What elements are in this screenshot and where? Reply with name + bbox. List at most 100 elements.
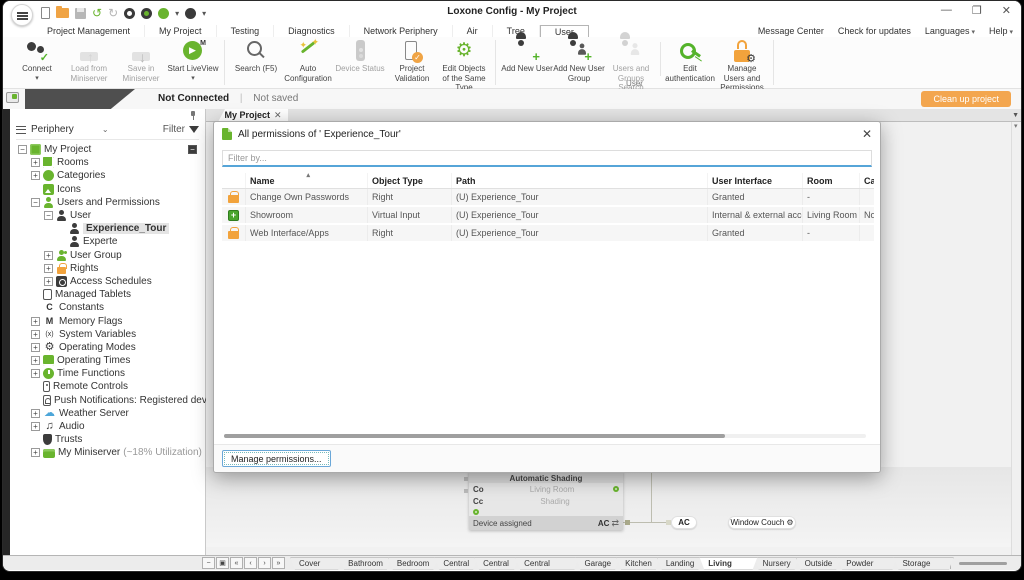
add-new-user-group-button[interactable]: + Add New User Group xyxy=(553,39,605,79)
filter-input[interactable] xyxy=(222,150,872,167)
column-path[interactable]: Path xyxy=(452,173,708,188)
tree-item-trusts[interactable]: Trusts xyxy=(10,433,205,446)
add-new-user-button[interactable]: + Add New User xyxy=(501,39,553,79)
sheet-tab-powder-room[interactable]: Powder Room xyxy=(837,557,897,570)
start-liveview-button[interactable]: Start LiveView▾ xyxy=(167,39,219,79)
tree-item-rooms[interactable]: Rooms xyxy=(10,156,205,169)
minimize-button[interactable]: — xyxy=(941,4,952,17)
maximize-button[interactable]: ❐ xyxy=(972,4,982,17)
swap-icon[interactable]: ⇄ xyxy=(611,518,619,529)
chevron-down-icon[interactable]: ⌄ xyxy=(102,125,109,134)
tab-testing[interactable]: Testing xyxy=(217,25,275,37)
expander-icon[interactable] xyxy=(31,330,40,339)
tab-diagnostics[interactable]: Diagnostics xyxy=(274,25,350,37)
ac-pill[interactable]: AC xyxy=(671,516,697,529)
tree-item-user[interactable]: User xyxy=(10,209,205,222)
tree-item-my-miniserver[interactable]: My Miniserver(~18% Utilization) xyxy=(10,446,205,459)
connect-button[interactable]: Connect▾ xyxy=(11,39,63,79)
tree-item-rights[interactable]: Rights xyxy=(10,262,205,275)
column-ca[interactable]: Ca xyxy=(860,173,874,188)
tree-item-operating-modes[interactable]: ⚙Operating Modes xyxy=(10,341,205,354)
expander-icon[interactable] xyxy=(44,264,53,273)
tree-item-user-group[interactable]: User Group xyxy=(10,249,205,262)
column-room[interactable]: Room xyxy=(803,173,860,188)
dialog-close-icon[interactable]: ✕ xyxy=(862,127,872,141)
connector-node[interactable] xyxy=(625,520,630,525)
expander-icon[interactable] xyxy=(31,343,40,352)
sheet-tab-landing[interactable]: Landing xyxy=(657,557,703,570)
auto-configuration-button[interactable]: Auto Configuration xyxy=(282,39,334,79)
menu-help[interactable]: Help▾ xyxy=(989,26,1013,36)
sheet-tab-garage[interactable]: Garage xyxy=(575,557,620,570)
tab-my-project[interactable]: My Project xyxy=(145,25,217,37)
column-name[interactable]: ▴Name xyxy=(246,173,368,188)
automatic-shading-block[interactable]: Automatic Shading Co Living Room Cc Shad… xyxy=(469,471,623,530)
sheet-grid-icon[interactable]: ▣ xyxy=(216,557,229,569)
menu-message-center[interactable]: Message Center xyxy=(758,26,824,36)
tab-air[interactable]: Air xyxy=(453,25,493,37)
sheet-next-icon[interactable]: › xyxy=(258,557,271,569)
sheet-first-icon[interactable]: « xyxy=(230,557,243,569)
tree-item-access-schedules[interactable]: Access Schedules xyxy=(10,275,205,288)
sheet-scrollbar-thumb[interactable] xyxy=(959,562,1007,565)
clean-up-project-button[interactable]: Clean up project xyxy=(921,91,1011,107)
expander-icon[interactable] xyxy=(31,198,40,207)
window-couch-device[interactable]: Window Couch⚙ xyxy=(728,516,796,529)
load-from-miniserver-button[interactable]: Load from Miniserver xyxy=(63,39,115,79)
sheet-tab-central[interactable]: Central xyxy=(434,557,478,570)
sheet-tab-central-2[interactable]: Central 2 xyxy=(474,557,519,570)
tree-item-time-functions[interactable]: Time Functions xyxy=(10,367,205,380)
expander-icon[interactable] xyxy=(18,145,27,154)
project-validation-button[interactable]: Project Validation xyxy=(386,39,438,79)
tree-item-weather-server[interactable]: ☁Weather Server xyxy=(10,407,205,420)
sheet-tab-living-room[interactable]: Living Room xyxy=(699,557,757,570)
expander-icon[interactable] xyxy=(44,251,53,260)
sheet-minimize-icon[interactable]: − xyxy=(202,557,215,569)
sheet-tab-nursery[interactable]: Nursery xyxy=(754,557,800,570)
close-button[interactable]: ✕ xyxy=(1002,4,1011,17)
search-button[interactable]: Search (F5) xyxy=(230,39,282,79)
tree-item-constants[interactable]: CConstants xyxy=(10,301,205,314)
tree-item-system-variables[interactable]: (x)System Variables xyxy=(10,328,205,341)
tab-network-periphery[interactable]: Network Periphery xyxy=(350,25,453,37)
expander-icon[interactable] xyxy=(31,409,40,418)
tab-project-management[interactable]: Project Management xyxy=(33,25,145,37)
tree-item-icons[interactable]: Icons xyxy=(10,183,205,196)
close-tab-icon[interactable]: ✕ xyxy=(274,110,282,120)
sheet-tab-cover-page[interactable]: Cover Page xyxy=(290,557,343,570)
manage-users-permissions-button[interactable]: ⚙ Manage Users and Permissions xyxy=(716,39,768,79)
tab-user[interactable]: User xyxy=(540,25,589,37)
sheet-last-icon[interactable]: » xyxy=(272,557,285,569)
menu-check-updates[interactable]: Check for updates xyxy=(838,26,911,36)
table-row[interactable]: Showroom Virtual Input (U) Experience_To… xyxy=(222,207,874,225)
expander-icon[interactable] xyxy=(31,422,40,431)
device-status-button[interactable]: Device Status xyxy=(334,39,386,79)
sheet-tab-kitchen[interactable]: Kitchen xyxy=(616,557,661,570)
expander-icon[interactable] xyxy=(31,317,40,326)
edit-authentication-button[interactable]: Edit authentication xyxy=(664,39,716,79)
manage-permissions-button[interactable]: Manage permissions... xyxy=(222,450,331,467)
tree-item-experte[interactable]: Experte xyxy=(10,235,205,248)
edit-objects-button[interactable]: ⚙ Edit Objects of the Same Type xyxy=(438,39,490,79)
users-groups-search-button[interactable]: Users and Groups Search xyxy=(605,39,657,79)
sheet-tab-bathroom[interactable]: Bathroom xyxy=(339,557,392,570)
dialog-horizontal-scrollbar[interactable] xyxy=(224,434,866,438)
expander-icon[interactable] xyxy=(31,356,40,365)
tree-item-users-permissions[interactable]: Users and Permissions xyxy=(10,196,205,209)
column-object-type[interactable]: Object Type xyxy=(368,173,452,188)
sheet-tab-outside[interactable]: Outside xyxy=(796,557,842,570)
pin-icon[interactable] xyxy=(189,111,197,120)
filter-funnel-icon[interactable] xyxy=(189,126,199,133)
canvas-vertical-scrollbar[interactable] xyxy=(1011,122,1021,557)
save-in-miniserver-button[interactable]: Save in Miniserver xyxy=(115,39,167,79)
expander-icon[interactable] xyxy=(31,369,40,378)
tree-item-managed-tablets[interactable]: Managed Tablets xyxy=(10,288,205,301)
tab-overflow-icon[interactable]: ▼ xyxy=(1012,112,1019,119)
sheet-tab-bedroom[interactable]: Bedroom xyxy=(388,557,438,570)
tree-item-push-notifications[interactable]: Push Notifications: Registered devices xyxy=(10,394,205,407)
column-user-interface[interactable]: User Interface xyxy=(708,173,803,188)
tree-item-remote-controls[interactable]: Remote Controls xyxy=(10,380,205,393)
sheet-prev-icon[interactable]: ‹ xyxy=(244,557,257,569)
sheet-tab-central-heating[interactable]: Central Heating xyxy=(515,557,579,570)
tree-item-audio[interactable]: ♫Audio xyxy=(10,420,205,433)
